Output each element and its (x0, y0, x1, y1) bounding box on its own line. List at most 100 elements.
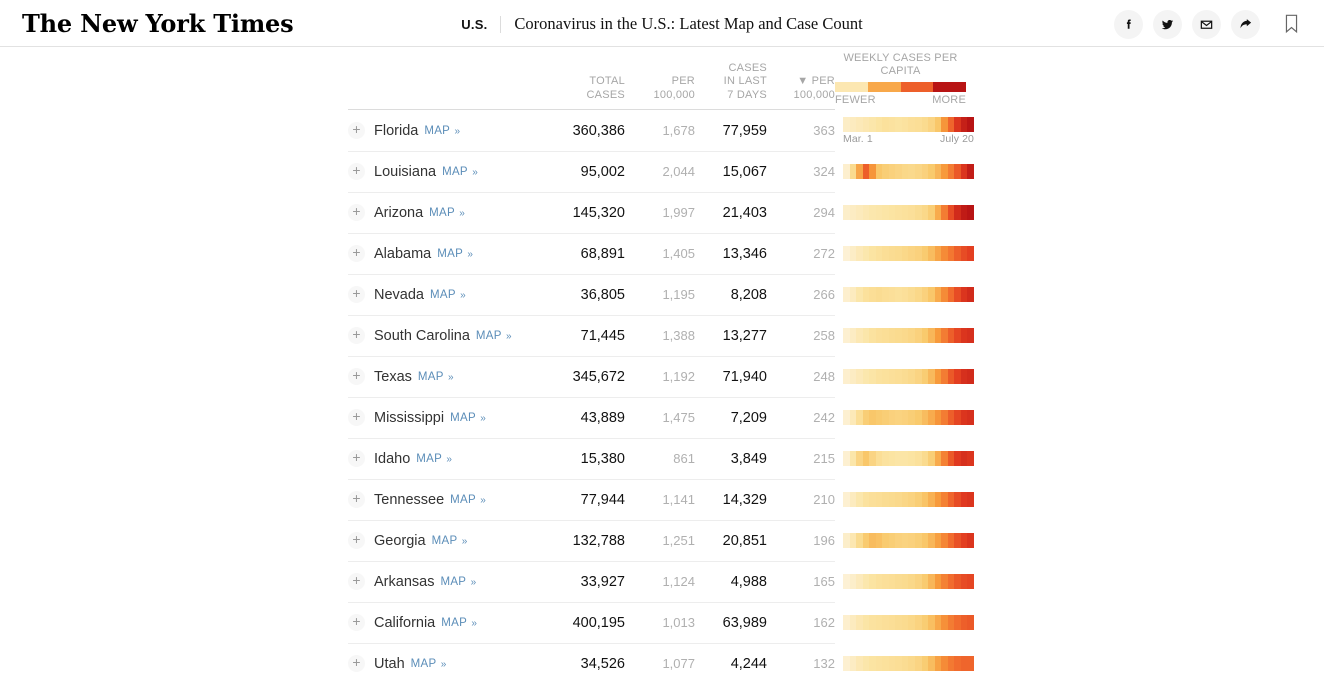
expand-row-button[interactable]: + (348, 491, 365, 508)
state-name: California (374, 615, 435, 631)
facebook-icon[interactable] (1114, 10, 1143, 39)
heatmap-legend: WEEKLY CASES PER CAPITA FEWER MORE (835, 52, 966, 106)
state-map-link[interactable]: MAP » (450, 494, 486, 506)
state-map-link[interactable]: MAP » (437, 248, 473, 260)
column-header-per-100k-sorted[interactable]: ▼ PER 100,000 (767, 75, 835, 109)
state-map-link[interactable]: MAP » (429, 207, 465, 219)
legend-gradient (835, 82, 966, 92)
weekly-trend-cell: Mar. 1July 20 (835, 117, 974, 145)
expand-row-button[interactable]: + (348, 204, 365, 221)
state-cell: +TexasMAP » (348, 368, 554, 385)
weekly-heatmap-strip (843, 410, 974, 425)
expand-row-button[interactable]: + (348, 286, 365, 303)
per-100k-7day-value: 242 (767, 410, 835, 425)
state-name: Tennessee (374, 492, 444, 508)
weekly-heatmap-strip (843, 615, 974, 630)
nyt-masthead-logo[interactable]: The New York Times (22, 9, 293, 38)
cases-last-7-days-value: 13,277 (695, 328, 767, 344)
weekly-trend-cell (835, 492, 974, 507)
expand-row-button[interactable]: + (348, 327, 365, 344)
weekly-heatmap-strip (843, 246, 974, 261)
per-100k-7day-value: 196 (767, 533, 835, 548)
expand-row-button[interactable]: + (348, 122, 365, 139)
weekly-heatmap-strip (843, 287, 974, 302)
weekly-heatmap-strip (843, 164, 974, 179)
expand-row-button[interactable]: + (348, 573, 365, 590)
state-map-link[interactable]: MAP » (442, 166, 478, 178)
state-map-link[interactable]: MAP » (441, 617, 477, 629)
state-cell: +MississippiMAP » (348, 409, 554, 426)
expand-row-button[interactable]: + (348, 614, 365, 631)
cases-last-7-days-value: 20,851 (695, 533, 767, 549)
breadcrumb-divider (500, 16, 501, 33)
table-row[interactable]: +NevadaMAP »36,8051,1958,208266 (348, 274, 966, 315)
column-header-total-cases[interactable]: TOTAL CASES (554, 75, 625, 109)
case-table-container: TOTAL CASES PER 100,000 CASES IN LAST 7 … (0, 47, 1324, 689)
table-row[interactable]: +TennesseeMAP »77,9441,14114,329210 (348, 479, 966, 520)
state-name: Arkansas (374, 574, 434, 590)
state-name: Georgia (374, 533, 426, 549)
expand-row-button[interactable]: + (348, 655, 365, 672)
twitter-icon[interactable] (1153, 10, 1182, 39)
table-row[interactable]: +IdahoMAP »15,3808613,849215 (348, 438, 966, 479)
expand-row-button[interactable]: + (348, 450, 365, 467)
weekly-trend-cell (835, 533, 974, 548)
table-row[interactable]: +UtahMAP »34,5261,0774,244132 (348, 643, 966, 684)
state-name: Alabama (374, 246, 431, 262)
section-kicker[interactable]: U.S. (461, 17, 487, 32)
cases-last-7-days-value: 63,989 (695, 615, 767, 631)
per-100k-value: 1,077 (625, 656, 695, 671)
email-icon[interactable] (1192, 10, 1221, 39)
state-map-link[interactable]: MAP » (432, 535, 468, 547)
per-100k-value: 1,192 (625, 369, 695, 384)
expand-row-button[interactable]: + (348, 163, 365, 180)
per-100k-value: 1,475 (625, 410, 695, 425)
total-cases-value: 145,320 (554, 205, 625, 221)
per-100k-value: 1,195 (625, 287, 695, 302)
column-header-per-100k[interactable]: PER 100,000 (625, 75, 695, 109)
table-row[interactable]: +TexasMAP »345,6721,19271,940248 (348, 356, 966, 397)
heatmap-axis-labels: Mar. 1July 20 (843, 133, 974, 145)
state-map-link[interactable]: MAP » (416, 453, 452, 465)
table-row[interactable]: +ArkansasMAP »33,9271,1244,988165 (348, 561, 966, 602)
table-row[interactable]: +AlabamaMAP »68,8911,40513,346272 (348, 233, 966, 274)
expand-row-button[interactable]: + (348, 409, 365, 426)
state-map-link[interactable]: MAP » (411, 658, 447, 670)
expand-row-button[interactable]: + (348, 245, 365, 262)
total-cases-value: 95,002 (554, 164, 625, 180)
state-cell: +IdahoMAP » (348, 450, 554, 467)
state-cell: +FloridaMAP » (348, 122, 554, 139)
total-cases-value: 400,195 (554, 615, 625, 631)
state-map-link[interactable]: MAP » (476, 330, 512, 342)
state-map-link[interactable]: MAP » (418, 371, 454, 383)
page-title: Coronavirus in the U.S.: Latest Map and … (514, 14, 862, 34)
table-row[interactable]: +GeorgiaMAP »132,7881,25120,851196 (348, 520, 966, 561)
table-row[interactable]: +FloridaMAP »360,3861,67877,959363Mar. 1… (348, 110, 966, 151)
state-name: Nevada (374, 287, 424, 303)
per-100k-7day-value: 165 (767, 574, 835, 589)
weekly-heatmap-strip (843, 328, 974, 343)
state-map-link[interactable]: MAP » (440, 576, 476, 588)
table-row[interactable]: +CaliforniaMAP »400,1951,01363,989162 (348, 602, 966, 643)
state-map-link[interactable]: MAP » (450, 412, 486, 424)
share-icon[interactable] (1231, 10, 1260, 39)
per-100k-7day-value: 248 (767, 369, 835, 384)
table-row[interactable]: +MississippiMAP »43,8891,4757,209242 (348, 397, 966, 438)
legend-low-label: FEWER (835, 94, 876, 106)
weekly-trend-cell (835, 615, 974, 630)
weekly-trend-cell (835, 451, 974, 466)
table-row[interactable]: +ArizonaMAP »145,3201,99721,403294 (348, 192, 966, 233)
per-100k-7day-value: 363 (767, 123, 835, 138)
table-row[interactable]: +South CarolinaMAP »71,4451,38813,277258 (348, 315, 966, 356)
state-map-link[interactable]: MAP » (424, 125, 460, 137)
per-100k-value: 1,388 (625, 328, 695, 343)
per-100k-value: 1,013 (625, 615, 695, 630)
legend-high-label: MORE (932, 94, 966, 106)
expand-row-button[interactable]: + (348, 532, 365, 549)
per-100k-value: 2,044 (625, 164, 695, 179)
column-header-cases-last-7-days[interactable]: CASES IN LAST 7 DAYS (695, 62, 767, 110)
table-row[interactable]: +LouisianaMAP »95,0022,04415,067324 (348, 151, 966, 192)
expand-row-button[interactable]: + (348, 368, 365, 385)
bookmark-icon[interactable] (1276, 9, 1306, 39)
state-map-link[interactable]: MAP » (430, 289, 466, 301)
